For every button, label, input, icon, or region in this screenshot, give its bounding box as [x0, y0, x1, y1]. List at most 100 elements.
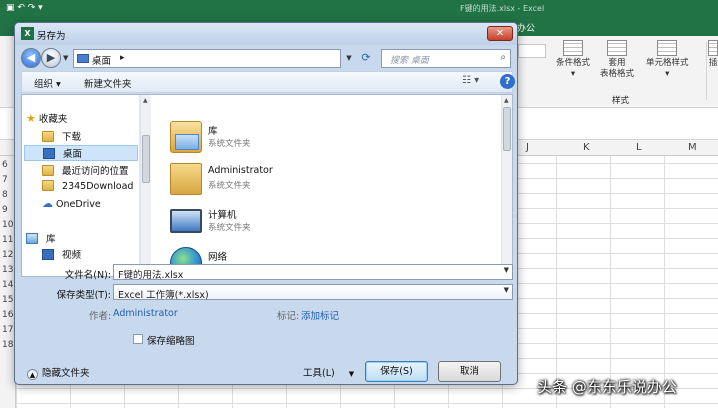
- close-button[interactable]: ✕: [487, 26, 513, 41]
- save-button[interactable]: 保存(S): [365, 361, 428, 382]
- forward-button[interactable]: ▶: [41, 48, 61, 68]
- row-header[interactable]: 6: [2, 160, 8, 170]
- hide-folders-label: 隐藏文件夹: [42, 368, 90, 379]
- nav-item-videos[interactable]: 视频: [42, 247, 81, 263]
- address-dropdown-icon[interactable]: ▼: [343, 49, 355, 68]
- table-format-label-1: 套用: [608, 58, 626, 68]
- add-tags-link[interactable]: 添加标记: [301, 308, 339, 322]
- row-header[interactable]: 18: [2, 340, 13, 350]
- file-type: 系统文件夹: [208, 223, 251, 233]
- dialog-toolbar: 组织 ▾ 新建文件夹 ☷ ▾ ?: [21, 71, 515, 93]
- nav-item-2345download[interactable]: 2345Download: [42, 180, 133, 196]
- filetype-dropdown-icon[interactable]: ▼: [504, 286, 509, 294]
- scrollbar-thumb[interactable]: [142, 135, 150, 183]
- back-button[interactable]: ◀: [21, 48, 41, 68]
- row-header[interactable]: 15: [2, 295, 13, 305]
- scrollbar-thumb[interactable]: [503, 107, 511, 151]
- nav-item-libraries[interactable]: 库: [26, 231, 56, 247]
- row-header[interactable]: 17: [2, 325, 13, 335]
- cancel-button[interactable]: 取消: [438, 361, 501, 382]
- navigation-pane: ★ 收藏夹 下载 桌面 最近访问的位置 2345Download ☁ OneDr…: [22, 95, 140, 276]
- table-format-button[interactable]: 套用 表格格式: [600, 40, 634, 80]
- navigation-scrollbar[interactable]: ▲ ▼: [140, 95, 151, 276]
- column-header-m[interactable]: M: [688, 142, 697, 153]
- recent-pages-dropdown-icon[interactable]: ▼: [63, 54, 68, 62]
- row-header[interactable]: 7: [2, 175, 8, 185]
- organize-menu[interactable]: 组织 ▾: [34, 76, 61, 90]
- view-options-icon[interactable]: ☷ ▾: [462, 75, 484, 90]
- row-header[interactable]: 11: [2, 235, 13, 245]
- column-header-l[interactable]: L: [636, 142, 642, 153]
- dialog-footer: ▲ 隐藏文件夹 工具(L) ▼ 保存(S) 取消: [15, 355, 517, 384]
- address-location[interactable]: 桌面: [92, 53, 111, 67]
- column-header-j[interactable]: J: [526, 142, 529, 153]
- search-box[interactable]: 搜索 桌面 ⌕: [381, 49, 511, 68]
- nav-item-recent-places[interactable]: 最近访问的位置: [42, 163, 129, 179]
- save-thumbnail-checkbox[interactable]: [133, 334, 143, 344]
- row-header[interactable]: 12: [2, 250, 13, 260]
- cell-style-icon: [657, 40, 678, 56]
- table-format-label-2: 表格格式: [600, 69, 635, 79]
- file-item-libraries[interactable]: 库 系统文件夹: [170, 119, 370, 157]
- nav-item-label: OneDrive: [56, 199, 101, 210]
- hide-folders-button[interactable]: ▲ 隐藏文件夹: [27, 365, 90, 380]
- insert-button[interactable]: 插: [708, 40, 718, 69]
- breadcrumb-chevron-icon[interactable]: ▸: [120, 53, 125, 63]
- download-folder-icon: [42, 131, 54, 142]
- libraries-icon: [170, 121, 202, 153]
- row-header[interactable]: 13: [2, 265, 13, 275]
- row-header[interactable]: 9: [2, 205, 8, 215]
- new-folder-button[interactable]: 新建文件夹: [84, 76, 132, 90]
- nav-item-desktop[interactable]: 桌面: [24, 145, 138, 161]
- excel-app-icon: X: [21, 27, 34, 40]
- row-header[interactable]: 16: [2, 310, 13, 320]
- filename-input[interactable]: F键的用法.xlsx ▼: [113, 264, 513, 281]
- ribbon-separator: [706, 42, 707, 100]
- author-label: 作者:: [89, 311, 112, 322]
- search-icon[interactable]: ⌕: [500, 52, 506, 63]
- styles-group-label: 样式: [612, 96, 630, 106]
- ribbon-tab-office[interactable]: 办公: [517, 21, 535, 34]
- ribbon-combo[interactable]: [518, 44, 546, 58]
- quick-access-save-icon[interactable]: ▣ ↶ ↷ ▾: [6, 3, 43, 13]
- column-header-k[interactable]: K: [583, 142, 590, 153]
- excel-window-title: F键的用法.xlsx - Excel: [460, 4, 545, 13]
- refresh-icon[interactable]: ⟳: [357, 49, 375, 68]
- filetype-select[interactable]: Excel 工作簿(*.xlsx) ▼: [113, 284, 513, 301]
- help-icon[interactable]: ?: [500, 74, 515, 89]
- file-item-administrator[interactable]: Administrator 系统文件夹: [170, 161, 370, 199]
- dialog-titlebar[interactable]: X 另存为 ✕: [15, 23, 517, 45]
- nav-item-onedrive[interactable]: ☁ OneDrive: [42, 197, 101, 213]
- desktop-folder-icon: [77, 54, 89, 63]
- dialog-title: 另存为: [37, 31, 66, 42]
- file-name: 库: [208, 126, 218, 137]
- filetype-value: Excel 工作簿(*.xlsx): [118, 290, 209, 301]
- scroll-up-icon[interactable]: ▲: [504, 97, 509, 104]
- insert-label: 插: [708, 58, 718, 68]
- folder-icon: [42, 180, 54, 191]
- content-scrollbar[interactable]: ▲ ▼: [501, 95, 512, 276]
- tools-menu[interactable]: 工具(L) ▼: [303, 365, 354, 379]
- address-bar[interactable]: 桌面 ▸: [73, 49, 341, 68]
- nav-item-favorites[interactable]: ★ 收藏夹: [26, 111, 67, 127]
- cell-style-label: 单元格样式: [646, 58, 689, 68]
- filename-dropdown-icon[interactable]: ▼: [504, 266, 509, 274]
- nav-item-downloads[interactable]: 下载: [42, 129, 81, 145]
- insert-icon: [708, 40, 718, 56]
- scroll-up-icon[interactable]: ▲: [143, 97, 148, 104]
- tools-label: 工具(L): [303, 368, 335, 379]
- file-item-computer[interactable]: 计算机 系统文件夹: [170, 203, 370, 241]
- save-thumbnail-label[interactable]: 保存缩略图: [147, 333, 195, 347]
- watermark-text: 头条 @东东乐说办公: [537, 378, 677, 396]
- computer-icon: [170, 209, 202, 233]
- cell-style-button[interactable]: 单元格样式 ▾: [646, 40, 689, 80]
- row-header[interactable]: 8: [2, 190, 8, 200]
- row-header[interactable]: 14: [2, 280, 13, 290]
- user-folder-icon: [170, 163, 202, 195]
- conditional-format-button[interactable]: 条件格式 ▾: [556, 40, 590, 80]
- table-format-icon: [607, 40, 627, 56]
- author-value[interactable]: Administrator: [113, 308, 178, 319]
- row-header[interactable]: 10: [2, 220, 13, 230]
- file-type: 系统文件夹: [208, 181, 251, 191]
- conditional-format-icon: [563, 40, 583, 56]
